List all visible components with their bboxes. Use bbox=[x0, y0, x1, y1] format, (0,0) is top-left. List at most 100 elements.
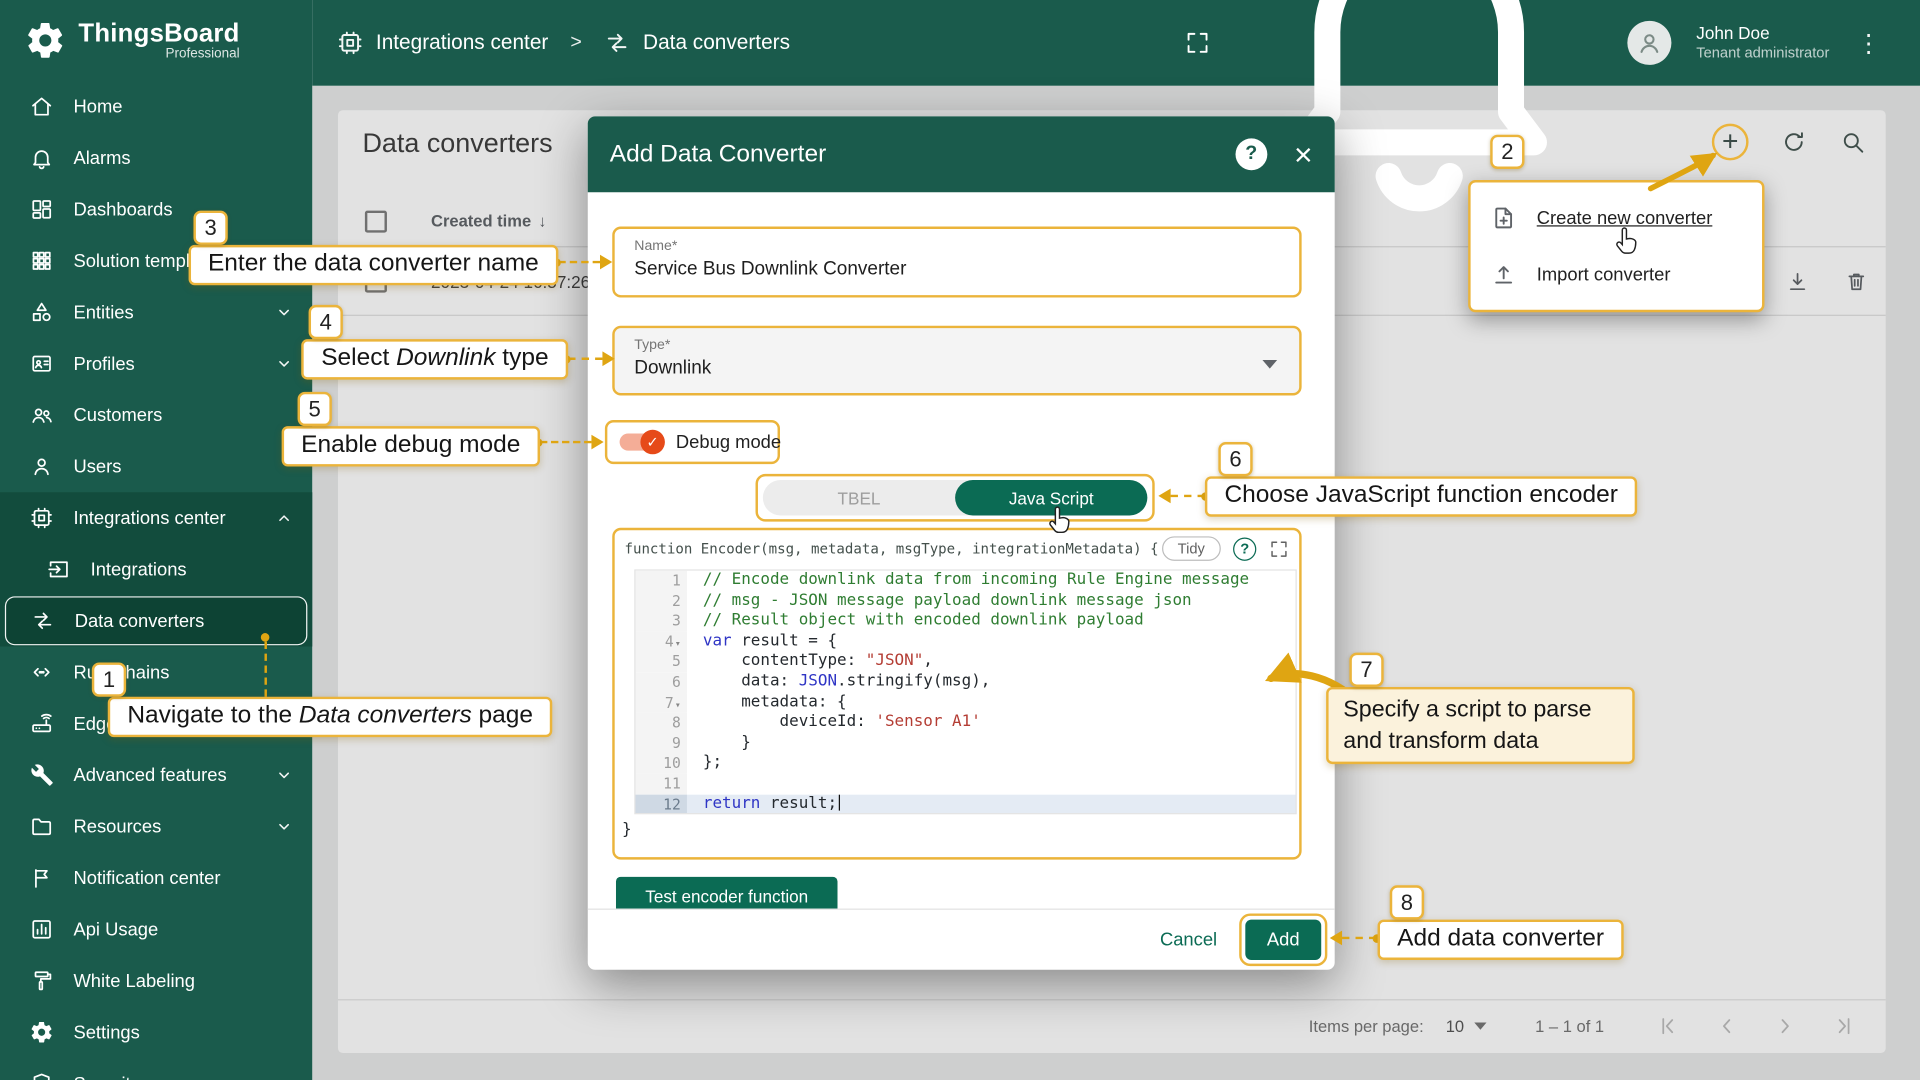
brand-name: ThingsBoard bbox=[78, 19, 240, 48]
sidebar-item-resources[interactable]: Resources bbox=[0, 801, 312, 852]
callout-step3: Enter the data converter name bbox=[188, 244, 559, 286]
connector-arrow bbox=[602, 351, 615, 367]
fullscreen-icon[interactable] bbox=[1184, 29, 1211, 56]
check-icon: ✓ bbox=[640, 429, 665, 455]
sidebar-item-integrations[interactable]: Integrations bbox=[0, 544, 312, 595]
encoder-tab-tbel[interactable]: TBEL bbox=[763, 480, 955, 516]
dialog-header: Add Data Converter ? × bbox=[587, 116, 1335, 193]
profiles-icon bbox=[29, 351, 53, 375]
add-button-highlight: Add bbox=[1239, 913, 1328, 967]
sidebar-item-api-usage[interactable]: Api Usage bbox=[0, 904, 312, 955]
encoder-function-header: function Encoder(msg, metadata, msgType,… bbox=[615, 530, 1299, 567]
upload-icon bbox=[1490, 261, 1517, 288]
breadcrumb: Integrations center > Data converters bbox=[337, 29, 790, 56]
close-icon[interactable]: × bbox=[1294, 138, 1313, 170]
connector-arrow bbox=[1329, 930, 1343, 946]
user-role: Tenant administrator bbox=[1696, 44, 1830, 62]
avatar[interactable] bbox=[1627, 20, 1672, 65]
pointer-cursor-icon bbox=[1614, 225, 1641, 257]
debug-mode-toggle[interactable]: ✓ Debug mode bbox=[604, 420, 782, 465]
integrations-center-icon bbox=[337, 29, 364, 56]
chevron-down-icon bbox=[273, 764, 295, 786]
breadcrumb-current[interactable]: Data converters bbox=[643, 31, 790, 55]
app-window: ThingsBoard Professional Home Alarms Dashb… bbox=[0, 0, 1920, 1080]
sidebar-item-customers[interactable]: Customers bbox=[0, 389, 312, 440]
chevron-down-icon bbox=[273, 1073, 295, 1080]
sidebar-item-label: Home bbox=[73, 96, 123, 117]
step-badge-6: 6 bbox=[1218, 442, 1253, 477]
tidy-button[interactable]: Tidy bbox=[1161, 536, 1221, 561]
encoder-function-panel: function Encoder(msg, metadata, msgType,… bbox=[612, 527, 1302, 860]
connector-arrow bbox=[1158, 488, 1171, 504]
security-icon bbox=[29, 1071, 53, 1080]
chevron-down-icon bbox=[273, 816, 295, 838]
dialog-title: Add Data Converter bbox=[609, 140, 827, 168]
step-badge-7: 7 bbox=[1349, 652, 1384, 687]
fold-caret-icon[interactable]: ▾ bbox=[675, 638, 681, 649]
cancel-button[interactable]: Cancel bbox=[1160, 929, 1217, 950]
sidebar-item-label: Entities bbox=[73, 301, 134, 323]
help-icon[interactable]: ? bbox=[1235, 138, 1268, 171]
sidebar-item-integrations-center[interactable]: Integrations center bbox=[0, 492, 312, 543]
sidebar-item-dashboards[interactable]: Dashboards bbox=[0, 184, 312, 235]
type-select[interactable]: Type* Downlink bbox=[612, 325, 1302, 396]
sidebar-item-profiles[interactable]: Profiles bbox=[0, 338, 312, 389]
expand-icon[interactable] bbox=[1269, 538, 1290, 559]
debug-label: Debug mode bbox=[675, 431, 782, 453]
sidebar-item-alarms[interactable]: Alarms bbox=[0, 132, 312, 183]
code-line: 10}; bbox=[635, 753, 1296, 774]
user-info[interactable]: John Doe Tenant administrator bbox=[1696, 24, 1829, 62]
integrations-center-icon bbox=[29, 506, 53, 530]
test-encoder-button[interactable]: Test encoder function bbox=[615, 876, 838, 909]
sidebar-item-label: Integrations bbox=[90, 558, 187, 580]
sidebar-item-security[interactable]: Security bbox=[0, 1058, 312, 1080]
function-help-icon[interactable]: ? bbox=[1233, 536, 1257, 561]
dialog-footer: Cancel Add bbox=[588, 910, 1335, 970]
callout-step6: Choose JavaScript function encoder bbox=[1204, 476, 1638, 517]
callout-step1: Navigate to the Data converters page bbox=[107, 696, 553, 738]
function-signature: function Encoder(msg, metadata, msgType,… bbox=[624, 540, 1159, 558]
code-line: 6 data: JSON.stringify(msg), bbox=[635, 672, 1296, 693]
menu-item-label: Import converter bbox=[1536, 263, 1671, 285]
encoder-type-tabs: TBEL Java Script bbox=[755, 473, 1155, 522]
connector-line bbox=[1342, 936, 1377, 940]
thingsboard-logo-icon bbox=[24, 20, 66, 62]
add-button[interactable]: Add bbox=[1245, 919, 1322, 961]
sidebar-item-users[interactable]: Users bbox=[0, 441, 312, 492]
sidebar-item-advanced-features[interactable]: Advanced features bbox=[0, 749, 312, 800]
step-badge-8: 8 bbox=[1389, 885, 1425, 920]
connector-line bbox=[568, 357, 603, 361]
dashboards-icon bbox=[29, 197, 53, 221]
step-badge-2: 2 bbox=[1490, 134, 1525, 169]
rule-chains-icon bbox=[29, 660, 53, 684]
chevron-down-icon bbox=[273, 301, 295, 323]
name-field[interactable]: Name* Service Bus Downlink Converter bbox=[612, 226, 1302, 298]
data-converters-icon bbox=[31, 609, 55, 633]
sidebar-item-entities[interactable]: Entities bbox=[0, 287, 312, 338]
brand-logo[interactable]: ThingsBoard Professional bbox=[0, 0, 312, 81]
code-line: 11 bbox=[635, 773, 1296, 795]
sidebar-item-label: Notification center bbox=[73, 867, 221, 889]
kebab-menu-icon[interactable]: ⋮ bbox=[1854, 28, 1883, 59]
breadcrumb-parent[interactable]: Integrations center bbox=[376, 31, 548, 55]
fold-caret-icon[interactable]: ▾ bbox=[675, 699, 681, 710]
test-button-clip: Test encoder function bbox=[615, 876, 838, 909]
code-line: 9 } bbox=[635, 733, 1296, 754]
code-editor[interactable]: 1// Encode downlink data from incoming R… bbox=[634, 569, 1297, 815]
code-line: 1// Encode downlink data from incoming R… bbox=[635, 570, 1296, 591]
sidebar-item-settings[interactable]: Settings bbox=[0, 1007, 312, 1058]
text-cursor bbox=[838, 794, 841, 811]
sidebar-item-home[interactable]: Home bbox=[0, 81, 312, 132]
connector-arrow bbox=[600, 254, 613, 270]
callout-step4: Select Downlink type bbox=[301, 339, 569, 380]
sidebar-item-label: Data converters bbox=[74, 610, 205, 632]
chevron-up-icon bbox=[273, 507, 295, 529]
sidebar-item-white-labeling[interactable]: White Labeling bbox=[0, 955, 312, 1006]
sidebar-item-notification-center[interactable]: Notification center bbox=[0, 852, 312, 903]
chevron-down-icon bbox=[273, 353, 295, 375]
code-line: 12 return result; bbox=[635, 794, 1296, 814]
sidebar-item-label: White Labeling bbox=[73, 970, 195, 992]
code-line: 2// msg - JSON message payload downlink … bbox=[635, 590, 1296, 612]
code-line: 7▾ metadata: { bbox=[635, 692, 1296, 713]
brand-subtitle: Professional bbox=[165, 46, 240, 62]
